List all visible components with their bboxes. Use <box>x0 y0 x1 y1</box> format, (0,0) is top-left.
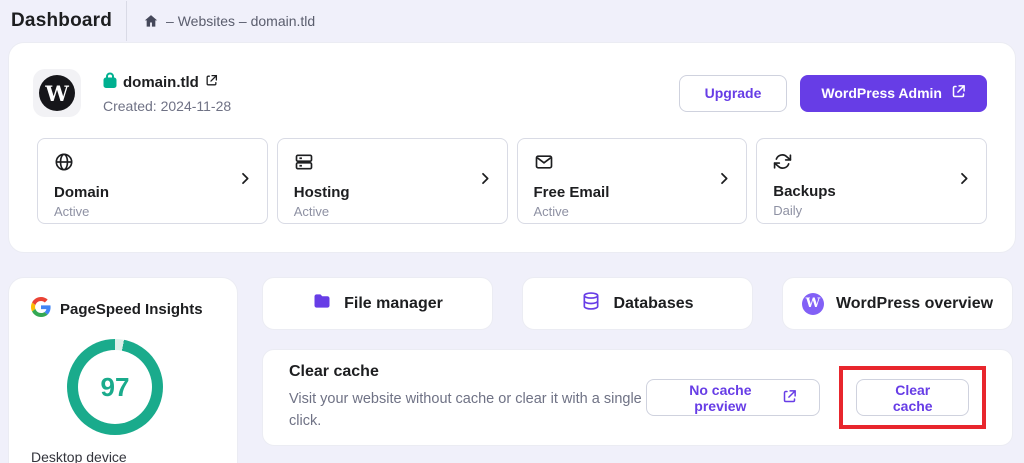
breadcrumb-text: – Websites – domain.tld <box>166 13 315 29</box>
service-card-backups[interactable]: Backups Daily <box>756 138 987 224</box>
service-status: Daily <box>773 203 970 218</box>
chevron-right-icon <box>237 171 253 192</box>
external-link-icon <box>782 389 797 407</box>
chevron-right-icon <box>956 171 972 192</box>
site-domain: domain.tld <box>123 74 199 91</box>
server-icon <box>294 159 314 176</box>
home-icon[interactable] <box>143 13 159 29</box>
service-status: Active <box>54 204 251 219</box>
annotation-highlight-box: Clear cache <box>839 366 986 429</box>
wordpress-avatar: W <box>33 69 81 117</box>
ssl-lock-icon <box>103 72 117 93</box>
no-cache-preview-label: No cache preview <box>669 382 771 414</box>
globe-icon <box>54 159 74 176</box>
envelope-icon <box>534 159 554 176</box>
database-icon <box>581 291 601 316</box>
service-card-hosting[interactable]: Hosting Active <box>277 138 508 224</box>
service-title: Hosting <box>294 184 491 201</box>
breadcrumb[interactable]: – Websites – domain.tld <box>143 13 315 29</box>
external-link-icon[interactable] <box>205 74 218 92</box>
chevron-right-icon <box>716 171 732 192</box>
pagespeed-title: PageSpeed Insights <box>60 301 203 318</box>
pagespeed-score: 97 <box>78 350 152 424</box>
refresh-icon <box>773 158 792 175</box>
wordpress-admin-button[interactable]: WordPress Admin <box>800 75 987 112</box>
upgrade-button[interactable]: Upgrade <box>679 75 788 112</box>
clear-cache-title: Clear cache <box>289 363 646 381</box>
wordpress-icon: W <box>802 293 824 315</box>
service-title: Backups <box>773 183 970 200</box>
clear-cache-description: Visit your website without cache or clea… <box>289 388 646 433</box>
wordpress-admin-label: WordPress Admin <box>821 85 942 101</box>
file-manager-button[interactable]: File manager <box>262 277 493 330</box>
pagespeed-device: Desktop device <box>31 449 215 463</box>
service-card-free-email[interactable]: Free Email Active <box>517 138 748 224</box>
no-cache-preview-button[interactable]: No cache preview <box>646 379 820 416</box>
service-title: Free Email <box>534 184 731 201</box>
pagespeed-gauge: 97 <box>67 339 163 435</box>
right-column: File manager Databases W WordPress overv… <box>262 277 1013 446</box>
google-logo-icon <box>31 297 51 322</box>
service-status: Active <box>534 204 731 219</box>
service-card-domain[interactable]: Domain Active <box>37 138 268 224</box>
chevron-right-icon <box>477 171 493 192</box>
external-link-icon <box>951 84 966 102</box>
clear-cache-button[interactable]: Clear cache <box>856 379 969 416</box>
quick-link-label: WordPress overview <box>836 295 993 313</box>
divider <box>126 1 127 41</box>
site-created-date: Created: 2024-11-28 <box>103 98 231 114</box>
clear-cache-section: Clear cache Visit your website without c… <box>262 349 1013 446</box>
databases-button[interactable]: Databases <box>522 277 753 330</box>
site-overview-card: W domain.tld Created: 2024-11- <box>8 42 1016 253</box>
service-title: Domain <box>54 184 251 201</box>
quick-link-label: Databases <box>613 295 693 313</box>
page-title: Dashboard <box>11 10 112 32</box>
service-status: Active <box>294 204 491 219</box>
top-bar: Dashboard – Websites – domain.tld <box>0 0 1024 42</box>
wordpress-overview-button[interactable]: W WordPress overview <box>782 277 1013 330</box>
pagespeed-card: PageSpeed Insights 97 Desktop device Las… <box>8 277 238 463</box>
folder-icon <box>312 291 332 316</box>
quick-link-label: File manager <box>344 295 443 313</box>
wordpress-logo-icon: W <box>39 75 75 111</box>
